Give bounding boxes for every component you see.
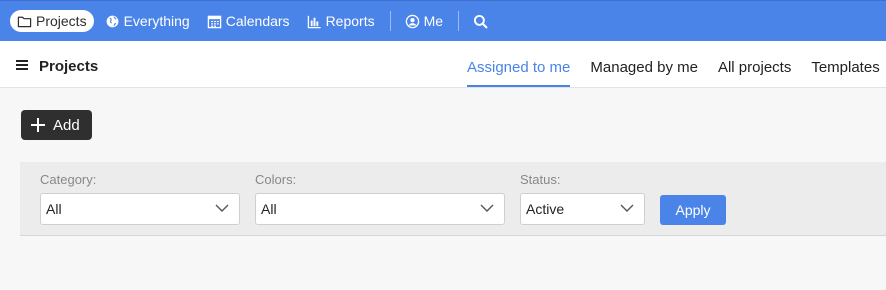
add-button-label: Add [53, 116, 80, 134]
project-tabs: Assigned to me Managed by me All project… [467, 41, 886, 88]
nav-everything[interactable]: Everything [97, 10, 198, 32]
hamburger-menu-icon[interactable] [16, 60, 28, 70]
nav-divider [389, 11, 391, 31]
category-value: All [46, 201, 62, 217]
add-button[interactable]: Add [21, 110, 92, 140]
tab-assigned-to-me[interactable]: Assigned to me [467, 41, 571, 87]
chevron-down-icon [215, 204, 229, 212]
calendar-icon [207, 15, 221, 28]
colors-select[interactable]: All [255, 193, 505, 225]
page-header: Projects Assigned to me Managed by me Al… [0, 41, 886, 88]
nav-everything-label: Everything [123, 13, 190, 29]
category-label: Category: [40, 172, 97, 187]
colors-label: Colors: [255, 172, 297, 187]
nav-me-label: Me [423, 13, 444, 29]
nav-projects-label: Projects [36, 13, 87, 29]
nav-divider [458, 11, 460, 31]
plus-icon [31, 118, 45, 132]
nav-calendars-label: Calendars [225, 13, 290, 29]
globe-icon [106, 15, 118, 27]
top-nav: Projects Everything Calendars Reports Me [0, 0, 886, 41]
search-icon [473, 14, 488, 28]
status-select[interactable]: Active [520, 193, 645, 225]
tab-all-projects[interactable]: All projects [718, 41, 791, 87]
category-select[interactable]: All [40, 193, 240, 225]
status-value: Active [526, 201, 565, 217]
colors-value: All [261, 201, 277, 217]
search-button[interactable] [465, 10, 500, 32]
chevron-down-icon [620, 204, 634, 212]
user-circle-icon [405, 14, 419, 28]
tab-managed-by-me[interactable]: Managed by me [590, 41, 698, 87]
nav-reports-label: Reports [325, 13, 375, 29]
nav-reports[interactable]: Reports [299, 10, 383, 32]
apply-button[interactable]: Apply [660, 195, 726, 225]
nav-calendars[interactable]: Calendars [199, 10, 298, 32]
tab-templates[interactable]: Templates [811, 41, 879, 87]
status-label: Status: [520, 172, 561, 187]
filter-panel: Category: All Colors: All Status: Active… [20, 162, 886, 236]
chevron-down-icon [480, 204, 494, 212]
nav-me[interactable]: Me [397, 10, 451, 32]
bar-chart-icon [307, 15, 321, 28]
nav-projects[interactable]: Projects [10, 10, 94, 32]
folder-icon [17, 16, 32, 27]
page-title: Projects [39, 58, 99, 75]
